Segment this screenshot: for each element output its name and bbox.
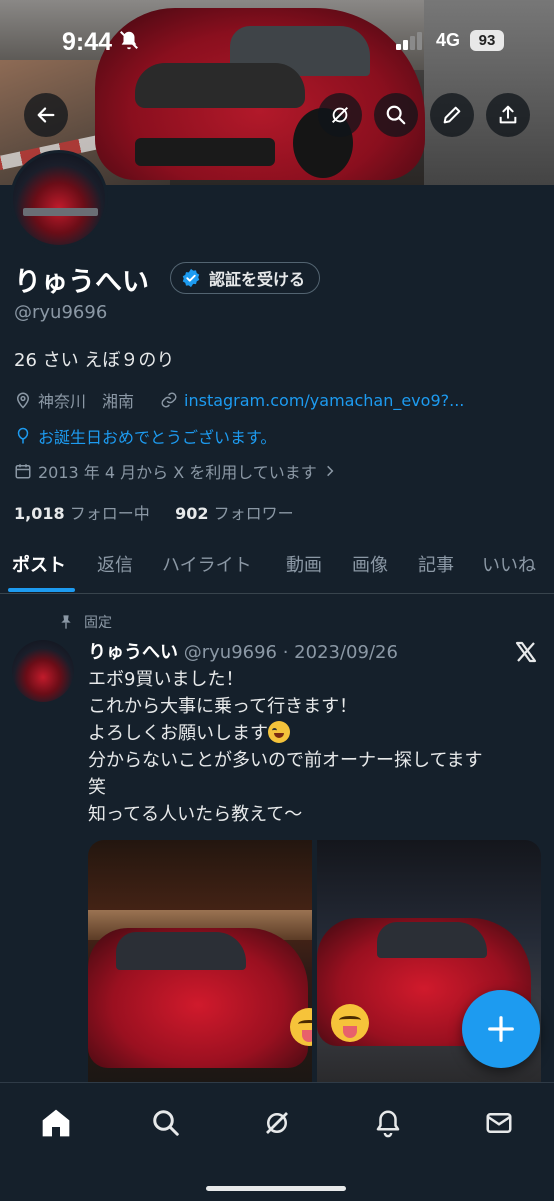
chevron-right-icon [326,465,334,477]
status-bar: 9:44 4G 93 [0,0,554,84]
profile-tabs: ポスト 返信 ハイライト 動画 画像 記事 いいね [0,545,554,594]
nav-messages[interactable] [481,1105,517,1141]
birthday-message: お誕生日おめでとうございます。 [38,428,277,447]
image-car-window [116,932,246,970]
calendar-icon [15,464,31,479]
tab-photos[interactable]: 画像 [352,551,388,577]
nav-notifications[interactable] [370,1105,406,1141]
back-button[interactable] [24,93,68,137]
bottom-navigation [0,1082,554,1201]
post-header: りゅうへい @ryu9696 · 2023/09/26 [88,638,398,664]
link-icon [161,392,177,408]
post-author[interactable]: りゅうへい [88,642,178,663]
profile-handle: @ryu9696 [14,302,108,323]
grok-button[interactable] [318,93,362,137]
tab-likes[interactable]: いいね [482,551,536,577]
signal-icon [396,32,422,50]
balloon-icon [17,427,29,444]
grok-icon [331,106,349,124]
nav-home[interactable] [38,1105,74,1141]
edit-icon [443,106,461,124]
mail-icon [486,1113,512,1133]
tab-highlights[interactable]: ハイライト [162,551,252,577]
post-body: エボ9買いました！ これから大事に乗って行きます！ よろしくお願いします 分から… [88,666,538,828]
profile-bio: 26 さい えぼ９のり [14,350,175,371]
pinned-indicator: 固定 [58,612,112,632]
edit-button[interactable] [430,93,474,137]
post-line: エボ9買いました！ [88,669,244,690]
tab-posts[interactable]: ポスト [12,551,66,577]
active-tab-indicator [8,588,75,592]
bell-icon [376,1110,400,1138]
profile-location: 神奈川 湘南 [38,392,135,411]
get-verified-button[interactable]: 認証を受ける [170,262,321,294]
pinned-label: 固定 [84,615,112,631]
profile-birthday-row: お誕生日おめでとうございます。 [14,424,276,448]
post-line: 笑 [88,777,106,798]
joined-row[interactable]: 2013 年 4 月から X を利用しています [14,459,337,483]
battery-indicator: 93 [470,30,504,51]
verified-badge-icon [182,268,200,288]
x-logo-icon[interactable] [514,640,538,664]
status-time: 9:44 [62,28,113,56]
post-line: よろしくお願いします [88,723,268,744]
compose-button[interactable] [462,990,540,1068]
network-type: 4G [436,30,461,50]
followers-label: フォロワー [213,504,294,523]
pin-icon [61,615,71,629]
followers-count: 902 [175,504,209,523]
plus-icon [488,1016,514,1042]
location-icon [16,392,30,409]
home-indicator [206,1186,346,1191]
profile-link[interactable]: instagram.com/yamachan_evo9?... [184,391,464,410]
profile-meta-location-row: 神奈川 湘南 instagram.com/yamachan_evo9?... [14,388,464,412]
laughing-emoji-icon [268,721,290,743]
profile-name: りゅうへい [14,267,149,298]
image-car-window [377,922,487,958]
tongue-emoji-icon [331,1004,369,1042]
post-line-with-emoji: よろしくお願いします [88,720,538,747]
following-count: 1,018 [14,504,65,523]
grok-icon [266,1112,288,1134]
back-arrow-icon [37,107,55,123]
share-button[interactable] [486,93,530,137]
following-label: フォロー中 [69,504,150,523]
post-image-1[interactable] [88,840,312,1082]
search-icon [386,105,406,125]
share-icon [499,105,517,124]
tab-articles[interactable]: 記事 [418,551,454,577]
follow-stats: 1,018 フォロー中 902 フォロワー [14,500,294,524]
nav-search[interactable] [148,1105,184,1141]
tab-videos[interactable]: 動画 [286,551,322,577]
post-line: 知ってる人いたら教えて〜 [88,804,303,825]
search-icon [153,1110,179,1136]
search-button[interactable] [374,93,418,137]
post-line: これから大事に乗って行きます！ [88,696,358,717]
silent-bell-icon [120,31,138,50]
post-line: 分からないことが多いので前オーナー探してます [88,750,483,771]
nav-grok[interactable] [259,1105,295,1141]
post-meta: @ryu9696 · 2023/09/26 [183,642,398,663]
tab-replies[interactable]: 返信 [97,551,133,577]
profile-avatar[interactable] [10,150,108,248]
following-stat[interactable]: 1,018 フォロー中 [14,504,150,523]
joined-date: 2013 年 4 月から X を利用しています [38,463,317,482]
home-icon [42,1109,70,1137]
post-avatar[interactable] [12,640,74,702]
get-verified-label: 認証を受ける [209,270,306,289]
followers-stat[interactable]: 902 フォロワー [175,504,294,523]
